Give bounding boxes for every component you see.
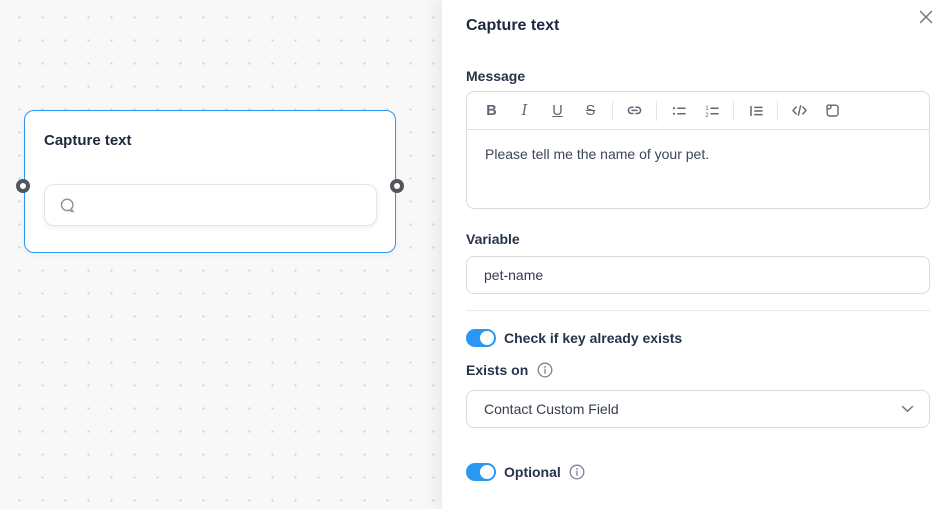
panel-title: Capture text xyxy=(466,17,930,35)
bullet-list-icon xyxy=(671,103,687,119)
code-icon xyxy=(791,102,808,119)
node-settings-panel: Capture text Message B I U S xyxy=(441,0,948,509)
node-title: Capture text xyxy=(25,111,395,149)
ordered-list-icon: 1 2 xyxy=(704,103,720,119)
info-icon[interactable] xyxy=(569,464,585,480)
exists-on-select[interactable]: Contact Custom Field xyxy=(466,390,930,428)
chevron-down-icon xyxy=(901,405,914,413)
link-icon xyxy=(626,102,643,119)
toolbar-separator xyxy=(656,101,657,121)
check-exists-toggle[interactable] xyxy=(466,329,496,347)
ordered-list-button[interactable]: 1 2 xyxy=(697,98,727,124)
node-message-preview[interactable] xyxy=(44,184,377,226)
connector-port-left[interactable] xyxy=(16,179,30,193)
check-exists-label: Check if key already exists xyxy=(504,330,682,346)
italic-button[interactable]: I xyxy=(510,98,540,124)
exists-on-label: Exists on xyxy=(466,362,528,378)
toggle-knob xyxy=(480,331,494,345)
bullet-list-button[interactable] xyxy=(664,98,694,124)
link-button[interactable] xyxy=(620,98,650,124)
optional-label: Optional xyxy=(504,464,561,480)
toolbar-separator xyxy=(733,101,734,121)
chat-bubble-icon xyxy=(59,197,76,214)
blockquote-button[interactable] xyxy=(741,98,771,124)
optional-toggle[interactable] xyxy=(466,463,496,481)
code-button[interactable] xyxy=(785,98,815,124)
app-window: Capture text Capture text Me xyxy=(0,0,948,509)
variable-icon xyxy=(824,102,841,119)
capture-text-node[interactable]: Capture text xyxy=(24,110,396,253)
toolbar-separator xyxy=(777,101,778,121)
variable-button[interactable] xyxy=(818,98,848,124)
strikethrough-button[interactable]: S xyxy=(576,98,606,124)
info-icon[interactable] xyxy=(537,362,553,378)
message-label: Message xyxy=(466,68,930,84)
message-text[interactable]: Please tell me the name of your pet. xyxy=(467,130,929,180)
underline-button[interactable]: U xyxy=(543,98,573,124)
variable-input[interactable] xyxy=(466,256,930,294)
toolbar-separator xyxy=(612,101,613,121)
variable-label: Variable xyxy=(466,231,930,247)
section-divider xyxy=(466,310,930,311)
message-editor: B I U S xyxy=(466,91,930,209)
close-button[interactable] xyxy=(915,6,937,28)
bold-button[interactable]: B xyxy=(477,98,507,124)
exists-on-value: Contact Custom Field xyxy=(484,401,619,417)
svg-text:2: 2 xyxy=(705,111,709,118)
toggle-knob xyxy=(480,465,494,479)
editor-toolbar: B I U S xyxy=(467,92,929,130)
close-icon xyxy=(919,10,933,24)
connector-port-right[interactable] xyxy=(390,179,404,193)
blockquote-icon xyxy=(748,103,764,119)
